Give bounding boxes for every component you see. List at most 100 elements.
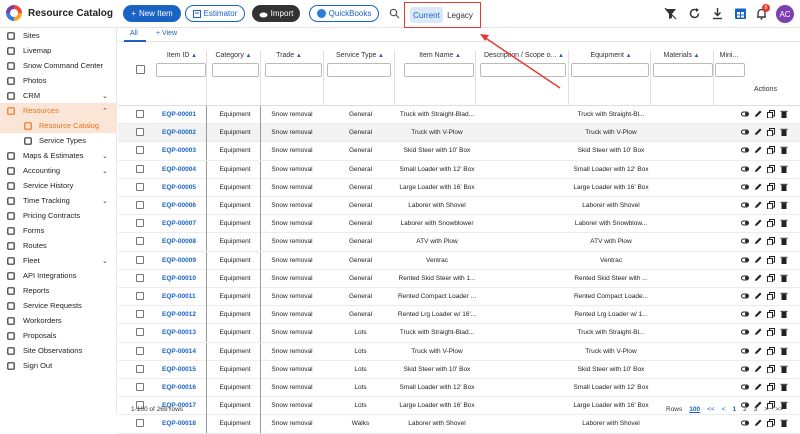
row-checkbox[interactable] [136,310,144,319]
add-view-tab[interactable]: + View [156,30,177,37]
delete-icon[interactable] [780,419,788,428]
row-checkbox[interactable] [136,255,144,264]
toggle-icon[interactable] [741,328,749,336]
sort-icon[interactable]: ▲ [453,53,461,59]
edit-icon[interactable] [754,165,762,173]
sidebar-item-proposals[interactable]: Proposals [0,328,117,343]
edit-icon[interactable] [754,419,762,427]
item-id-link[interactable]: EQP-00007 [162,220,196,227]
table-row[interactable]: EQP-00001 Equipment Snow removal General Tru… [118,106,800,125]
sort-icon[interactable]: ▲ [244,53,252,59]
item-id-link[interactable]: EQP-00018 [162,420,196,427]
column-header[interactable]: Item Name ▲ [408,52,472,59]
sidebar-item-api-integrations[interactable]: API Integrations [0,268,117,283]
table-row[interactable]: EQP-00007 Equipment Snow removal General Lab… [118,215,800,234]
delete-icon[interactable] [780,292,788,300]
copy-icon[interactable] [767,310,775,319]
row-checkbox[interactable] [136,201,144,209]
toggle-icon[interactable] [741,183,749,191]
item-id-link[interactable]: EQP-00014 [162,348,196,355]
edit-icon[interactable] [754,110,762,118]
toggle-current[interactable]: Current [410,7,443,23]
delete-icon[interactable] [780,256,788,264]
edit-icon[interactable] [754,365,762,373]
sort-icon[interactable]: ▲ [556,53,564,59]
sidebar-item-livemap[interactable]: Livemap [0,43,117,58]
table-row[interactable]: EQP-00008 Equipment Snow removal General ATV… [118,233,800,252]
toggle-legacy[interactable]: Legacy [445,7,475,23]
table-row[interactable]: EQP-00009 Equipment Snow removal General Ven… [118,251,800,270]
edit-icon[interactable] [754,310,762,318]
table-row[interactable]: EQP-00012 Equipment Snow removal General Ren… [118,306,800,325]
column-header[interactable]: Item ID ▲ [162,52,202,59]
chevron-down-icon[interactable]: ⌄ [102,152,108,160]
chevron-down-icon[interactable]: ⌄ [102,92,108,100]
toggle-icon[interactable] [741,165,749,173]
column-divider[interactable] [394,50,395,106]
row-checkbox[interactable] [136,383,144,391]
sidebar-item-sites[interactable]: Sites [0,28,117,43]
calendar-grid-icon[interactable] [734,7,747,20]
row-checkbox[interactable] [136,219,144,228]
copy-icon[interactable] [767,110,775,118]
sidebar-item-resources[interactable]: Resources ⌃ [0,103,117,118]
sidebar-item-forms[interactable]: Forms [0,223,117,238]
row-checkbox[interactable] [136,273,144,282]
edit-icon[interactable] [754,328,762,336]
column-filter-input[interactable] [404,63,474,77]
toggle-icon[interactable] [741,237,749,245]
row-checkbox[interactable] [136,328,144,337]
delete-icon[interactable] [780,365,788,373]
column-divider[interactable] [568,50,569,106]
copy-icon[interactable] [767,346,775,355]
column-header[interactable]: Mini... [714,52,744,59]
table-row[interactable]: EQP-00016 Equipment Snow removal Lots Small … [118,379,800,398]
delete-icon[interactable] [780,128,788,137]
edit-icon[interactable] [754,201,762,209]
item-id-link[interactable]: EQP-00009 [162,257,196,264]
delete-icon[interactable] [780,201,788,209]
column-filter-input[interactable] [327,63,391,77]
column-divider[interactable] [713,50,714,106]
copy-icon[interactable] [767,219,775,228]
search-icon[interactable] [389,8,400,19]
toggle-icon[interactable] [741,347,749,355]
edit-icon[interactable] [754,383,762,391]
copy-icon[interactable] [767,255,775,264]
edit-icon[interactable] [754,146,762,154]
toggle-icon[interactable] [741,310,749,318]
chevron-down-icon[interactable]: ⌄ [102,257,108,265]
row-checkbox[interactable] [136,164,144,173]
item-id-link[interactable]: EQP-00001 [162,111,196,118]
item-id-link[interactable]: EQP-00002 [162,129,196,136]
edit-icon[interactable] [754,256,762,264]
new-item-button[interactable]: + New Item [123,5,181,22]
toggle-icon[interactable] [741,110,749,118]
delete-icon[interactable] [780,237,788,246]
table-row[interactable]: EQP-00014 Equipment Snow removal Lots Truck … [118,342,800,361]
toggle-icon[interactable] [741,256,749,264]
toggle-icon[interactable] [741,383,749,391]
sidebar-item-service-requests[interactable]: Service Requests [0,298,117,313]
edit-icon[interactable] [754,347,762,355]
sidebar-item-photos[interactable]: Photos [0,73,117,88]
copy-icon[interactable] [767,383,775,391]
sort-icon[interactable]: ▲ [189,53,197,59]
last-page-button[interactable]: >> [775,406,783,413]
delete-icon[interactable] [780,110,788,118]
item-id-link[interactable]: EQP-00012 [162,311,196,318]
row-checkbox[interactable] [136,364,144,373]
first-page-button[interactable]: << [707,406,715,413]
table-row[interactable]: EQP-00006 Equipment Snow removal General Lab… [118,197,800,216]
rows-per-page-select[interactable]: 100 [689,406,700,413]
delete-icon[interactable] [780,274,788,282]
sort-icon[interactable]: ▲ [376,53,384,59]
column-header[interactable]: Trade ▲ [268,52,310,59]
item-id-link[interactable]: EQP-00004 [162,166,196,173]
download-icon[interactable] [711,7,724,20]
chevron-up-icon[interactable]: ⌃ [102,107,108,115]
sort-icon[interactable]: ▲ [294,53,302,59]
item-id-link[interactable]: EQP-00011 [162,293,196,300]
copy-icon[interactable] [767,273,775,282]
tab-all[interactable]: All [130,30,138,37]
